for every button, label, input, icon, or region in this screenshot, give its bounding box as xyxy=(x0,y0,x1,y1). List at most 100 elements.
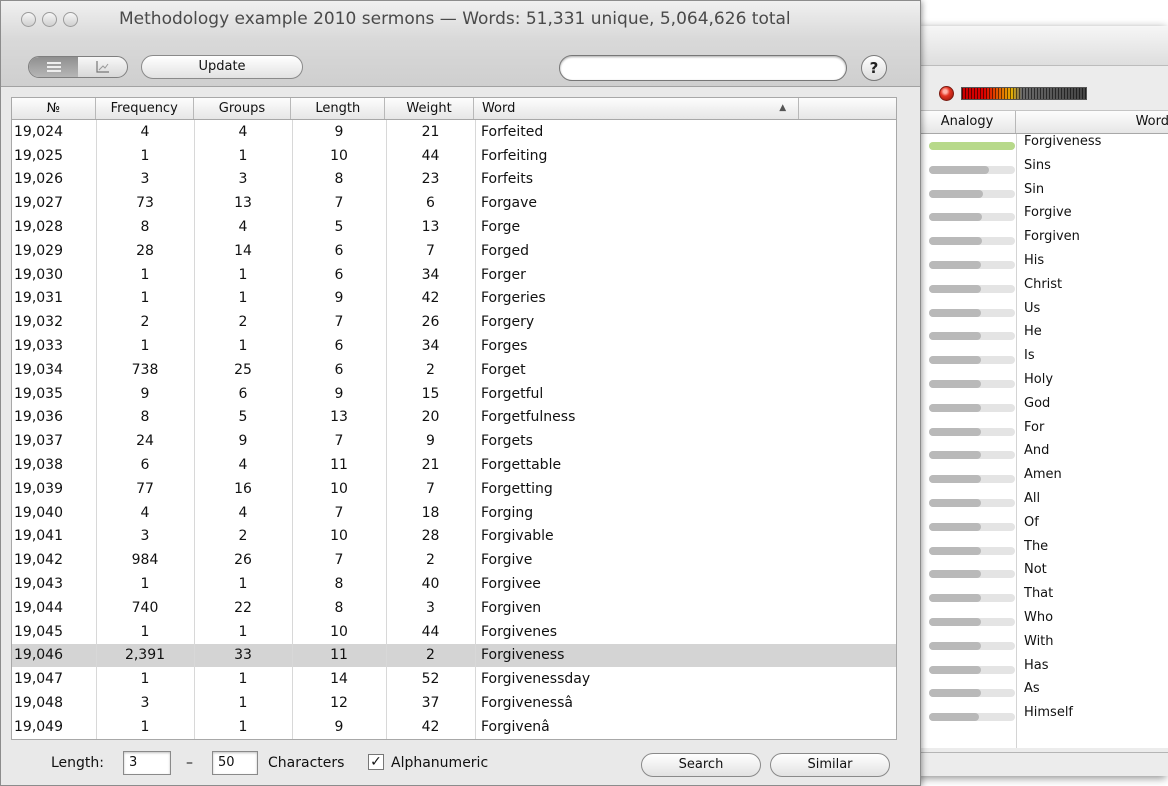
table-row[interactable]: 19,044 740 22 8 3 Forgiven xyxy=(12,596,896,620)
analogy-row[interactable]: Himself xyxy=(919,705,1168,729)
analogy-strength-fill xyxy=(929,451,981,460)
analogy-row[interactable]: God xyxy=(919,396,1168,420)
length-max-field[interactable]: 50 xyxy=(212,751,258,775)
analogy-row[interactable]: Sin xyxy=(919,182,1168,206)
analogy-row[interactable]: The xyxy=(919,539,1168,563)
analogy-list[interactable]: Forgiveness Sins Sin Forgive Forgiven His Chri… xyxy=(919,134,1168,748)
cell-number: 19,039 xyxy=(14,480,63,497)
analogy-row[interactable]: Who xyxy=(919,610,1168,634)
cell-number: 19,043 xyxy=(14,576,63,593)
analogy-row[interactable]: Is xyxy=(919,348,1168,372)
cell-weight: 6 xyxy=(426,195,435,212)
table-row[interactable]: 19,045 1 1 10 44 Forgivenes xyxy=(12,620,896,644)
analogy-row[interactable]: Forgiveness xyxy=(919,134,1168,158)
length-min-field[interactable]: 3 xyxy=(123,751,171,775)
analogy-row[interactable]: Us xyxy=(919,301,1168,325)
cell-number: 19,024 xyxy=(14,123,63,140)
table-row[interactable]: 19,040 4 4 7 18 Forging xyxy=(12,501,896,525)
analogy-row[interactable]: Sins xyxy=(919,158,1168,182)
table-row[interactable]: 19,039 77 16 10 7 Forgetting xyxy=(12,477,896,501)
table-row[interactable]: 19,038 6 4 11 21 Forgettable xyxy=(12,453,896,477)
analogy-row[interactable]: His xyxy=(919,253,1168,277)
cell-groups: 5 xyxy=(238,409,248,426)
column-header-word[interactable]: Word xyxy=(1016,111,1168,133)
search-button[interactable]: Search xyxy=(641,753,761,777)
table-row[interactable]: 19,043 1 1 8 40 Forgivee xyxy=(12,572,896,596)
update-button[interactable]: Update xyxy=(141,55,303,79)
alphanumeric-checkbox[interactable]: ✓ xyxy=(368,754,384,770)
analogy-row[interactable]: Forgiven xyxy=(919,229,1168,253)
table-row[interactable]: 19,033 1 1 6 34 Forges xyxy=(12,334,896,358)
help-button[interactable]: ? xyxy=(861,55,887,81)
close-window-button[interactable] xyxy=(21,12,36,27)
analogy-row[interactable]: Christ xyxy=(919,277,1168,301)
similar-button[interactable]: Similar xyxy=(770,753,890,777)
table-row[interactable]: 19,031 1 1 9 42 Forgeries xyxy=(12,287,896,311)
analogy-row[interactable]: He xyxy=(919,324,1168,348)
column-header-length[interactable]: Length xyxy=(291,98,386,119)
table-row[interactable]: 19,026 3 3 8 23 Forfeits xyxy=(12,168,896,192)
table-row[interactable]: 19,048 3 1 12 37 Forgivenessâ xyxy=(12,691,896,715)
word-table: № Frequency Groups Length Weight Word ▲ … xyxy=(11,97,897,740)
list-view-icon[interactable] xyxy=(29,57,78,77)
analogy-row[interactable]: For xyxy=(919,420,1168,444)
cell-groups: 3 xyxy=(238,171,248,188)
cell-word: Forgery xyxy=(481,314,535,331)
table-row[interactable]: 19,027 73 13 7 6 Forgave xyxy=(12,191,896,215)
table-row[interactable]: 19,029 28 14 6 7 Forged xyxy=(12,239,896,263)
alphanumeric-label[interactable]: Alphanumeric xyxy=(391,755,488,771)
cell-weight: 2 xyxy=(426,552,435,569)
titlebar[interactable]: Methodology example 2010 sermons — Words… xyxy=(1,1,920,39)
zoom-window-button[interactable] xyxy=(63,12,78,27)
cell-number: 19,047 xyxy=(14,671,63,688)
table-row[interactable]: 19,025 1 1 10 44 Forfeiting xyxy=(12,144,896,168)
table-row[interactable]: 19,028 8 4 5 13 Forge xyxy=(12,215,896,239)
cell-word: Forging xyxy=(481,504,534,521)
cell-groups: 1 xyxy=(238,718,248,735)
chart-view-icon[interactable] xyxy=(78,57,127,77)
table-row[interactable]: 19,024 4 4 9 21 Forfeited xyxy=(12,120,896,144)
table-row[interactable]: 19,036 8 5 13 20 Forgetfulness xyxy=(12,406,896,430)
analogy-row[interactable]: All xyxy=(919,491,1168,515)
analogy-row[interactable]: Forgive xyxy=(919,205,1168,229)
table-row-selected[interactable]: 19,046 2,391 33 11 2 Forgiveness xyxy=(12,643,896,668)
column-header-groups[interactable]: Groups xyxy=(194,98,292,119)
analogy-row[interactable]: That xyxy=(919,586,1168,610)
table-row[interactable]: 19,032 2 2 7 26 Forgery xyxy=(12,310,896,334)
table-row[interactable]: 19,035 9 6 9 15 Forgetful xyxy=(12,382,896,406)
search-input[interactable] xyxy=(559,55,847,81)
column-header-analogy[interactable]: Analogy xyxy=(919,111,1016,133)
table-row[interactable]: 19,037 24 9 7 9 Forgets xyxy=(12,429,896,453)
column-header-frequency[interactable]: Frequency xyxy=(96,98,194,119)
cell-length: 7 xyxy=(334,195,344,212)
minimize-window-button[interactable] xyxy=(42,12,57,27)
cell-number: 19,048 xyxy=(14,695,63,712)
analogy-window-titlebar[interactable] xyxy=(919,26,1168,66)
cell-frequency: 738 xyxy=(131,361,159,378)
analogy-row[interactable]: As xyxy=(919,681,1168,705)
analogy-row[interactable]: Amen xyxy=(919,467,1168,491)
table-row[interactable]: 19,041 3 2 10 28 Forgivable xyxy=(12,525,896,549)
column-header-weight[interactable]: Weight xyxy=(385,98,474,119)
analogy-strength-fill xyxy=(929,665,981,674)
table-row[interactable]: 19,042 984 26 7 2 Forgive xyxy=(12,548,896,572)
analogy-row[interactable]: With xyxy=(919,634,1168,658)
cell-weight: 52 xyxy=(421,671,440,688)
analogy-word: Forgiveness xyxy=(1024,134,1102,149)
analogy-row[interactable]: Holy xyxy=(919,372,1168,396)
analogy-row[interactable]: Not xyxy=(919,562,1168,586)
cell-groups: 1 xyxy=(238,338,248,355)
analogy-row[interactable]: Has xyxy=(919,658,1168,682)
analogy-row[interactable]: And xyxy=(919,443,1168,467)
table-body[interactable]: 19,024 4 4 9 21 Forfeited 19,025 1 1 10 44 Forfeiti… xyxy=(12,120,896,739)
column-header-number[interactable]: № xyxy=(12,98,96,119)
table-row[interactable]: 19,030 1 1 6 34 Forger xyxy=(12,263,896,287)
cell-groups: 1 xyxy=(238,266,248,283)
column-header-word[interactable]: Word ▲ xyxy=(474,98,800,119)
table-row[interactable]: 19,047 1 1 14 52 Forgivenessday xyxy=(12,667,896,691)
cell-frequency: 1 xyxy=(140,623,150,640)
table-row[interactable]: 19,049 1 1 9 42 Forgivenâ xyxy=(12,715,896,739)
analogy-strength-fill xyxy=(929,332,982,341)
analogy-row[interactable]: Of xyxy=(919,515,1168,539)
table-row[interactable]: 19,034 738 25 6 2 Forget xyxy=(12,358,896,382)
